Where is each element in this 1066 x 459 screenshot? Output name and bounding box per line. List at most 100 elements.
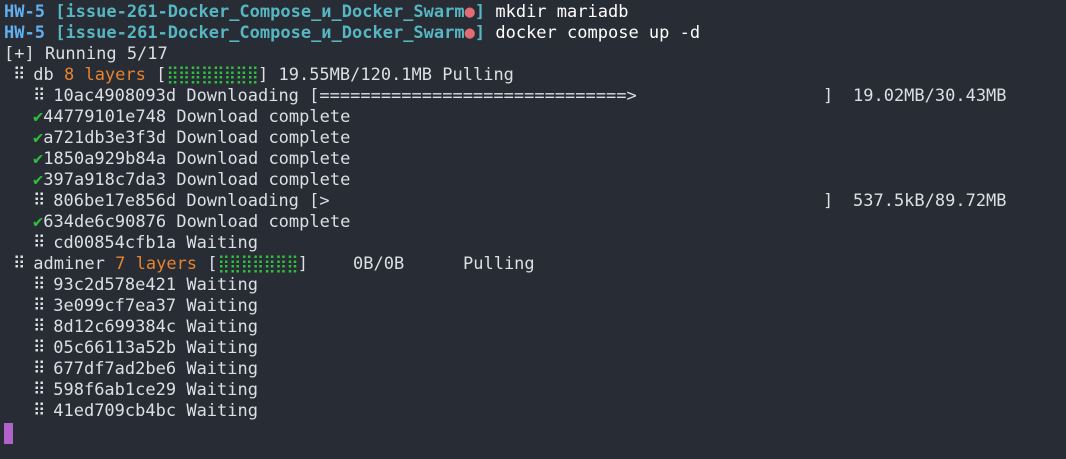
bar-close: ] bbox=[257, 65, 269, 85]
layer-id: 634de6c90876 bbox=[43, 212, 167, 232]
layer-id: 1850a929b84a bbox=[43, 149, 167, 169]
prompt-host: HW-5 bbox=[4, 2, 45, 22]
dirty-dot-icon: ● bbox=[464, 23, 475, 43]
layer-row: ⠿ 05c66113a52b Waiting bbox=[4, 338, 1066, 359]
layer-row: ⠿ 806be17e856d Downloading [>] 537.5kB/89… bbox=[4, 191, 1066, 212]
layer-count: 7 layers bbox=[115, 254, 198, 274]
layer-status: Waiting bbox=[186, 317, 258, 337]
download-size: 537.5kB/89.72MB bbox=[853, 191, 1007, 211]
spinner-icon: ⠿ bbox=[33, 191, 46, 211]
check-icon: ✔ bbox=[33, 128, 44, 148]
layer-row: ✔a721db3e3f3d Download complete bbox=[4, 128, 1066, 149]
layer-status: Waiting bbox=[186, 275, 258, 295]
service-name: db bbox=[33, 65, 54, 85]
spinner-icon: ⠿ bbox=[33, 275, 46, 295]
layer-status: Download complete bbox=[176, 170, 351, 190]
prompt-branch: [issue-261-Docker_Compose_и_Docker_Swarm bbox=[55, 23, 465, 43]
download-size: 19.02MB/30.43MB bbox=[853, 86, 1007, 106]
download-progress-bar: [> bbox=[309, 191, 330, 211]
layer-id: 598f6ab1ce29 bbox=[53, 380, 177, 400]
layer-row: ⠿ 598f6ab1ce29 Waiting bbox=[4, 380, 1066, 401]
layer-row: ✔44779101e748 Download complete bbox=[4, 107, 1066, 128]
layer-row: ✔634de6c90876 Download complete bbox=[4, 212, 1066, 233]
layer-status: Waiting bbox=[186, 233, 258, 253]
layer-id: 44779101e748 bbox=[43, 107, 167, 127]
layer-status: Waiting bbox=[186, 296, 258, 316]
spinner-icon: ⠿ bbox=[33, 380, 46, 400]
spinner-icon: ⠿ bbox=[33, 233, 46, 253]
service-progress: 0B/0B bbox=[353, 254, 405, 274]
prompt-branch: [issue-261-Docker_Compose_и_Docker_Swarm bbox=[55, 2, 465, 22]
layer-id: 8d12c699384c bbox=[53, 317, 177, 337]
prompt-branch-close: ] bbox=[474, 2, 486, 22]
spinner-icon: ⠿ bbox=[33, 317, 46, 337]
layer-status: Download complete bbox=[176, 128, 351, 148]
layer-id: 41ed709cb4bc bbox=[53, 401, 177, 421]
layer-row: ⠿ 8d12c699384c Waiting bbox=[4, 317, 1066, 338]
check-icon: ✔ bbox=[33, 149, 44, 169]
command-args: mariadb bbox=[556, 2, 629, 22]
layer-row: ⠿ 41ed709cb4bc Waiting bbox=[4, 401, 1066, 422]
layer-row: ⠿ cd00854cfb1a Waiting bbox=[4, 233, 1066, 254]
spinner-icon: ⠿ bbox=[13, 65, 26, 85]
prompt-host: HW-5 bbox=[4, 23, 45, 43]
layer-id: 93c2d578e421 bbox=[53, 275, 177, 295]
layer-count: 8 layers bbox=[63, 65, 146, 85]
service-row-db: ⠿ db 8 layers [⣿⣿⣿⣿⣿⣿⣿⣿] 19.55MB/120.1MB… bbox=[4, 65, 1066, 86]
layer-status: Download complete bbox=[176, 149, 351, 169]
service-state: Pulling bbox=[442, 65, 514, 85]
bar-close: ] bbox=[297, 254, 308, 274]
progress-bar-fill: ⣿⣿⣿⣿⣿⣿⣿⣿ bbox=[166, 65, 259, 85]
layer-row: ⠿ 93c2d578e421 Waiting bbox=[4, 275, 1066, 296]
layer-status: Waiting bbox=[186, 401, 258, 421]
spinner-icon: ⠿ bbox=[33, 296, 46, 316]
check-icon: ✔ bbox=[33, 170, 44, 190]
bar-open: [ bbox=[207, 254, 218, 274]
service-row-adminer: ⠿ adminer 7 layers [⣿⣿⣿⣿⣿⣿⣿] 0B/0B Pulling bbox=[4, 254, 1066, 275]
download-bar-end: ] bbox=[823, 86, 834, 106]
layer-row: ✔397a918c7da3 Download complete bbox=[4, 170, 1066, 191]
layer-id: 05c66113a52b bbox=[53, 338, 177, 358]
prompt-line: HW-5 [issue-261-Docker_Compose_и_Docker_… bbox=[4, 23, 1066, 44]
spinner-icon: ⠿ bbox=[33, 359, 46, 379]
command-name: mkdir bbox=[495, 2, 547, 22]
terminal-cursor[interactable] bbox=[4, 423, 13, 444]
layer-id: 806be17e856d bbox=[53, 191, 177, 211]
check-icon: ✔ bbox=[33, 212, 44, 232]
command-name: docker bbox=[495, 23, 557, 43]
command-args: compose up -d bbox=[567, 23, 701, 43]
download-progress-bar: [==============================> bbox=[309, 86, 637, 106]
layer-status: Waiting bbox=[186, 380, 258, 400]
layer-row: ⠿ 677df7ad2be6 Waiting bbox=[4, 359, 1066, 380]
layer-row: ⠿ 3e099cf7ea37 Waiting bbox=[4, 296, 1066, 317]
spinner-icon: ⠿ bbox=[13, 254, 26, 274]
bar-open: [ bbox=[156, 65, 167, 85]
check-icon: ✔ bbox=[33, 107, 44, 127]
spinner-icon: ⠿ bbox=[33, 86, 46, 106]
layer-status: Waiting bbox=[186, 338, 258, 358]
dirty-dot-icon: ● bbox=[464, 2, 475, 22]
layer-status: Download complete bbox=[176, 107, 351, 127]
spinner-icon: ⠿ bbox=[33, 338, 46, 358]
prompt-line: HW-5 [issue-261-Docker_Compose_и_Docker_… bbox=[4, 2, 1066, 23]
running-status: [+] Running 5/17 bbox=[4, 44, 168, 64]
service-name: adminer bbox=[33, 254, 105, 274]
progress-bar-fill: ⣿⣿⣿⣿⣿⣿⣿ bbox=[217, 254, 299, 274]
layer-status: Download complete bbox=[176, 212, 351, 232]
service-progress: 19.55MB/120.1MB bbox=[278, 65, 433, 85]
prompt-branch-close: ] bbox=[474, 23, 486, 43]
layer-id: 3e099cf7ea37 bbox=[53, 296, 177, 316]
layer-status: Waiting bbox=[186, 359, 258, 379]
spinner-icon: ⠿ bbox=[33, 401, 46, 421]
download-bar-end: ] bbox=[823, 191, 834, 211]
layer-id: cd00854cfb1a bbox=[53, 233, 177, 253]
layer-row: ⠿ 10ac4908093d Downloading [============… bbox=[4, 86, 1066, 107]
layer-id: 10ac4908093d bbox=[53, 86, 177, 106]
layer-row: ✔1850a929b84a Download complete bbox=[4, 149, 1066, 170]
service-state: Pulling bbox=[463, 254, 535, 274]
layer-status: Downloading bbox=[186, 191, 299, 211]
layer-id: 677df7ad2be6 bbox=[53, 359, 177, 379]
layer-id: 397a918c7da3 bbox=[43, 170, 167, 190]
layer-status: Downloading bbox=[186, 86, 299, 106]
layer-id: a721db3e3f3d bbox=[43, 128, 167, 148]
